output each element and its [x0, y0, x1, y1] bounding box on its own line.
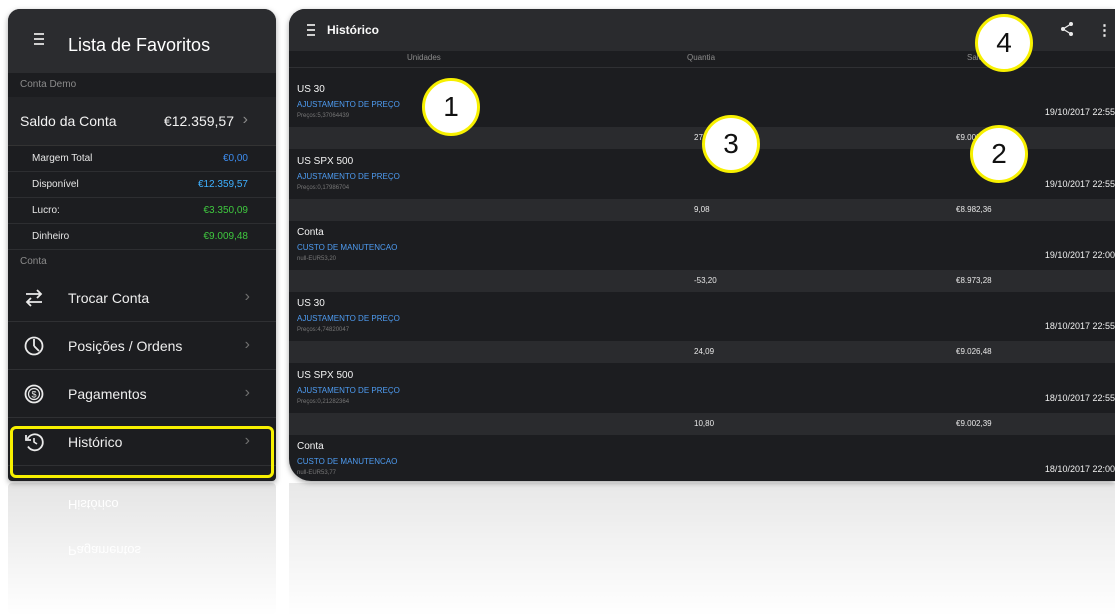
entry-detail: null-EUR53,20 — [297, 256, 337, 262]
entry-detail: Preços:4,74820047 — [297, 327, 350, 333]
entry-type: AJUSTAMENTO DE PREÇO — [297, 100, 400, 109]
nav-item-pagamentos[interactable]: $ Pagamentos › — [8, 370, 276, 418]
entry-detail: Preços:0,21282364 — [297, 399, 350, 405]
callout-2: 2 — [970, 125, 1028, 183]
callout-1: 1 — [422, 78, 480, 136]
swap-arrows-icon — [25, 289, 43, 307]
entry-detail: Preços:5,37064439 — [297, 113, 350, 119]
chevron-right-icon: › — [244, 384, 250, 401]
entry-type: AJUSTAMENTO DE PREÇO — [297, 314, 400, 323]
clock-pie-icon — [24, 336, 44, 356]
metric-label: Lucro: — [32, 205, 60, 216]
metric-label: Dinheiro — [32, 231, 70, 242]
nav-item-trocar-conta[interactable]: Trocar Conta › — [8, 274, 276, 322]
column-quantia: Quantia — [687, 53, 716, 62]
menu-icon[interactable] — [307, 24, 315, 39]
nav-item-posicoes-ordens[interactable]: Posições / Ordens › — [8, 322, 276, 370]
metric-label: Disponível — [32, 179, 79, 190]
nav-item-label: Trocar Conta — [68, 290, 150, 306]
entry-title: Conta — [297, 227, 324, 238]
entry-type: CUSTO DE MANUTENCAO — [297, 457, 398, 466]
callout-3: 3 — [702, 115, 760, 173]
entry-date: 18/10/2017 22:55 — [1044, 321, 1115, 331]
chevron-right-icon: › — [244, 288, 250, 305]
account-balance-value: €12.359,57 — [163, 113, 234, 129]
metric-label: Margem Total — [32, 153, 93, 164]
entry-date: 19/10/2017 22:55 — [1044, 179, 1115, 189]
metric-value: €9.009,48 — [203, 231, 249, 242]
mirror-reflection: Histórico Pagamentos — [8, 483, 1115, 614]
history-entry[interactable]: US 30 AJUSTAMENTO DE PREÇO Preços:4,748200… — [289, 281, 1115, 363]
nav-item-label: Posições / Ordens — [68, 338, 183, 354]
history-entry[interactable]: Conta CUSTO DE MANUTENCAO null-EUR53,77 18/… — [289, 424, 1115, 481]
more-options-icon[interactable]: ⋮ — [1097, 21, 1112, 39]
entry-title: Conta — [297, 441, 324, 452]
favorites-header: Lista de Favoritos — [8, 9, 276, 73]
entry-type: CUSTO DE MANUTENCAO — [297, 243, 398, 252]
svg-text:$: $ — [31, 390, 36, 400]
section-label-conta: Conta — [20, 256, 47, 267]
history-title: Histórico — [327, 23, 380, 37]
historico-highlight-box — [10, 426, 274, 478]
menu-icon[interactable] — [34, 33, 44, 48]
metric-row: Margem Total €0,00 — [8, 146, 276, 172]
metric-row: Lucro: €3.350,09 — [8, 198, 276, 224]
favorites-title: Lista de Favoritos — [68, 35, 211, 55]
metric-value: €0,00 — [222, 153, 248, 164]
metric-value: €3.350,09 — [203, 205, 249, 216]
entry-title: US 30 — [297, 298, 325, 309]
history-entry[interactable]: Conta CUSTO DE MANUTENCAO null-EUR53,20 19/… — [289, 210, 1115, 292]
dollar-coin-icon: $ — [24, 384, 44, 404]
metric-value: €12.359,57 — [197, 179, 248, 190]
nav-item-label: Pagamentos — [68, 386, 147, 402]
entry-detail: null-EUR53,77 — [297, 470, 337, 476]
entry-date: 19/10/2017 22:55 — [1044, 107, 1115, 117]
chevron-right-icon: › — [242, 111, 248, 128]
entry-type: AJUSTAMENTO DE PREÇO — [297, 172, 400, 181]
section-label-account: Conta Demo — [20, 79, 77, 90]
entry-date: 18/10/2017 22:55 — [1044, 393, 1115, 403]
entry-date: 19/10/2017 22:00 — [1044, 250, 1115, 260]
callout-4: 4 — [975, 14, 1033, 72]
account-balance-row[interactable]: Saldo da Conta €12.359,57 › — [8, 97, 276, 146]
column-unidades: Unidades — [407, 53, 441, 62]
entry-title: US SPX 500 — [297, 156, 354, 167]
metric-row: Disponível €12.359,57 — [8, 172, 276, 198]
account-balance-label: Saldo da Conta — [20, 113, 117, 129]
entry-detail: Preços:0,17986704 — [297, 185, 350, 191]
entry-type: AJUSTAMENTO DE PREÇO — [297, 386, 400, 395]
reflection-fade — [8, 483, 1115, 614]
metric-row: Dinheiro €9.009,48 — [8, 224, 276, 250]
share-icon[interactable] — [1059, 21, 1075, 37]
chevron-right-icon: › — [244, 336, 250, 353]
entry-title: US 30 — [297, 84, 325, 95]
history-panel: Histórico ⋮ Unidades Quantia Saldo US 30… — [289, 9, 1115, 481]
entry-date: 18/10/2017 22:00 — [1044, 464, 1115, 474]
history-entry[interactable]: US SPX 500 AJUSTAMENTO DE PREÇO Preços:0,2… — [289, 353, 1115, 435]
favorites-panel: Lista de Favoritos Conta Demo Saldo da C… — [8, 9, 276, 481]
entry-title: US SPX 500 — [297, 370, 354, 381]
